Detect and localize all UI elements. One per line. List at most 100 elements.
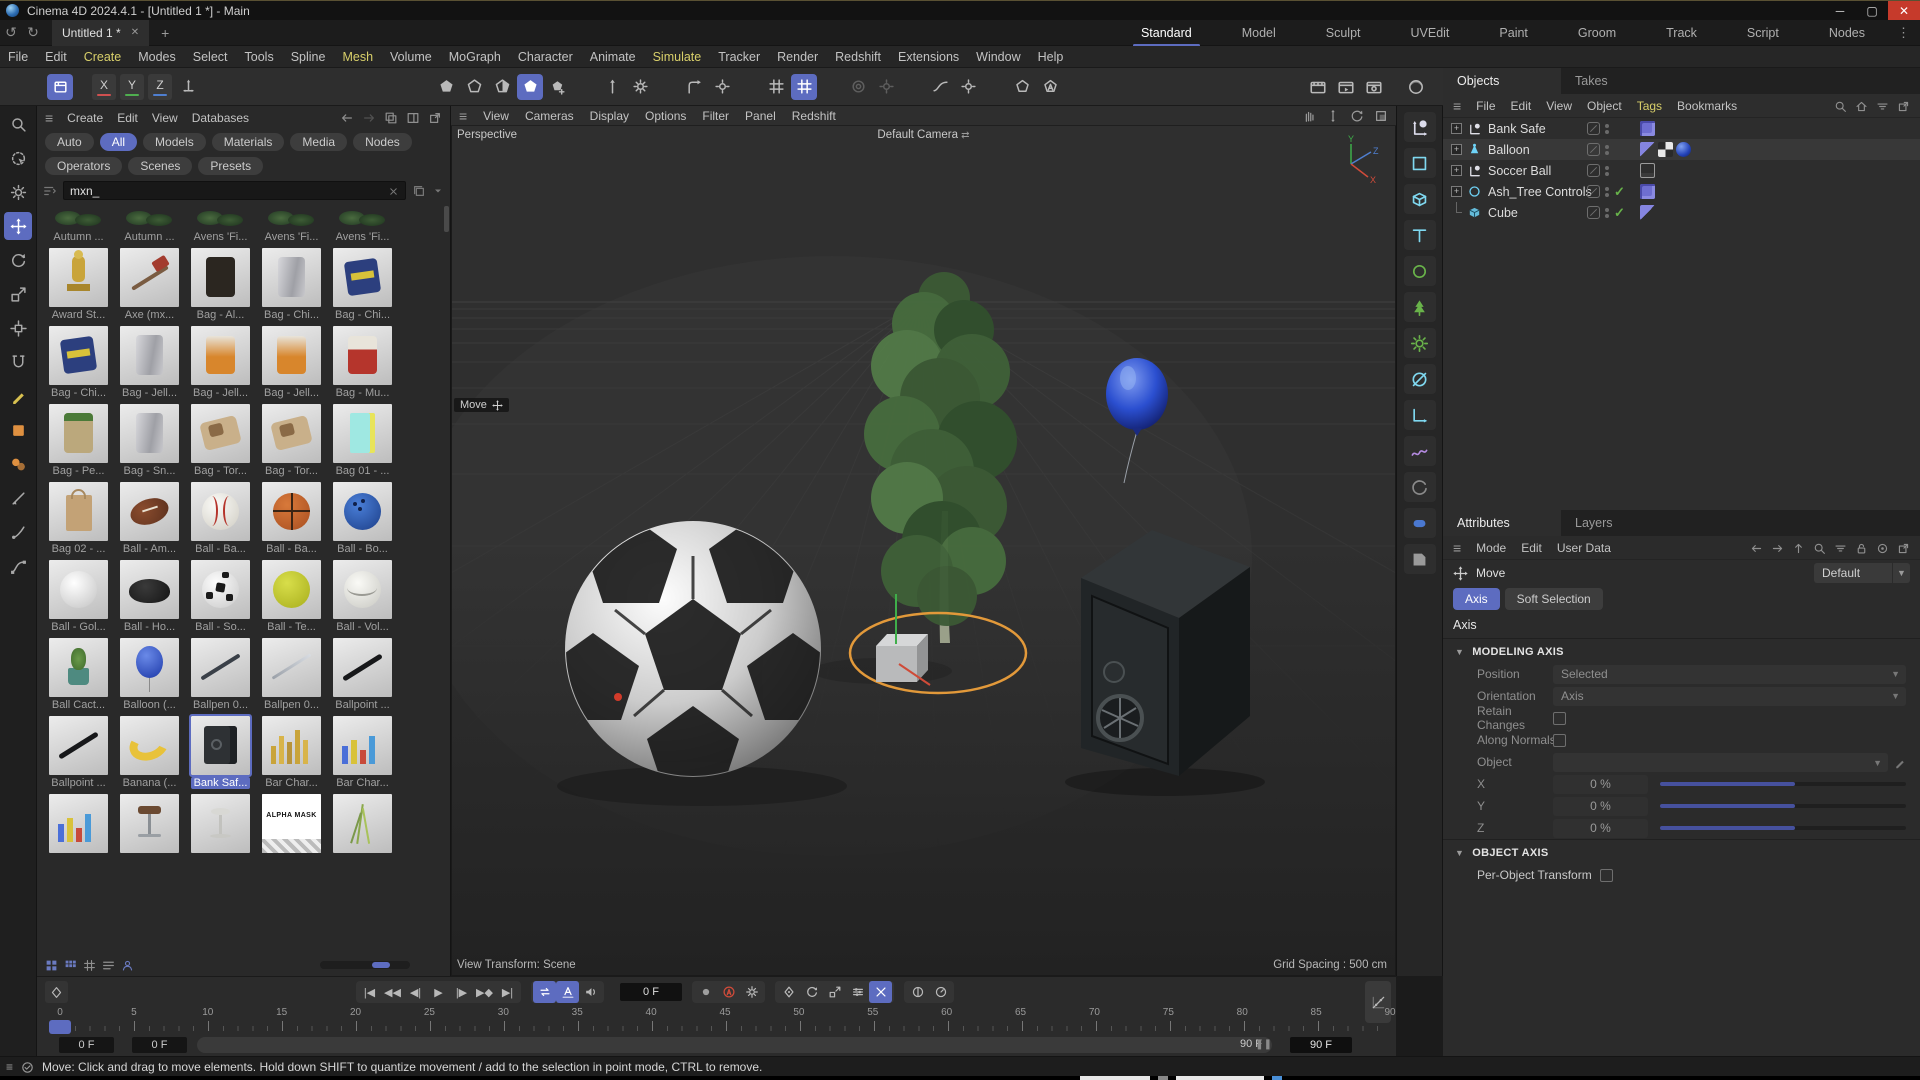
- autokey-button[interactable]: [717, 981, 740, 1003]
- pan-button[interactable]: [1302, 108, 1316, 123]
- preset-dropdown[interactable]: Default ▼: [1814, 563, 1910, 583]
- viewport-menu-filter[interactable]: Filter: [702, 109, 729, 123]
- record-obj-button[interactable]: [906, 981, 929, 1003]
- layout-tab-model[interactable]: Model: [1240, 22, 1278, 44]
- object-row-cube[interactable]: Cube✓: [1443, 202, 1920, 223]
- tab-close-icon[interactable]: ✕: [131, 27, 139, 38]
- filter-button[interactable]: [1876, 98, 1889, 112]
- loop-toggle[interactable]: [533, 981, 556, 1003]
- menu-redshift[interactable]: Redshift: [835, 50, 881, 64]
- tool-live-selection[interactable]: [4, 144, 32, 172]
- minimize-button[interactable]: ─: [1824, 1, 1856, 21]
- tag-xpresso[interactable]: [1640, 121, 1655, 136]
- viewport-menu-options[interactable]: Options: [645, 109, 686, 123]
- object-menu-view[interactable]: View: [1546, 99, 1572, 113]
- lock-z-axis-button[interactable]: Z: [148, 74, 172, 100]
- external-button[interactable]: [1897, 540, 1910, 554]
- tag-compositing[interactable]: [1658, 142, 1673, 157]
- tweak-gear-button[interactable]: [627, 74, 653, 100]
- tag-material[interactable]: [1676, 142, 1691, 157]
- key-marker-button[interactable]: [45, 981, 68, 1003]
- back-button[interactable]: [1750, 540, 1763, 554]
- edit-toggle[interactable]: [1587, 122, 1600, 135]
- checkbox-along-normals[interactable]: [1553, 734, 1566, 747]
- palette-sphere-hide[interactable]: [1404, 364, 1436, 394]
- lock-button[interactable]: [1855, 540, 1868, 554]
- slider-y[interactable]: [1660, 804, 1906, 808]
- object-menu-edit[interactable]: Edit: [1511, 99, 1532, 113]
- next-key-button[interactable]: ▶◆: [473, 981, 496, 1003]
- menu-tools[interactable]: Tools: [245, 50, 274, 64]
- palette-capsule-tool[interactable]: [1404, 508, 1436, 538]
- asset-item-bag-jell-[interactable]: Bag - Jell...: [114, 326, 185, 399]
- tool-spheres[interactable]: [4, 450, 32, 478]
- asset-item-avens-fi-[interactable]: Avens 'Fi...: [256, 207, 327, 243]
- grid-view-button[interactable]: [83, 958, 96, 972]
- dolly-button[interactable]: [1326, 108, 1340, 123]
- object-row-balloon[interactable]: +Balloon: [1443, 139, 1920, 160]
- asset-item-bag-al-[interactable]: Bag - Al...: [185, 248, 256, 321]
- object-menu-file[interactable]: File: [1476, 99, 1495, 113]
- asset-tab-nodes[interactable]: Nodes: [353, 133, 412, 151]
- viewport-canvas[interactable]: Perspective Default Camera ⇄ Move Y Z X …: [451, 126, 1396, 976]
- search-button[interactable]: [1813, 540, 1826, 554]
- prev-key-button[interactable]: ◀◀: [381, 981, 404, 1003]
- asset-item-bank-saf-[interactable]: Bank Saf...: [185, 716, 256, 789]
- palette-gear-tool[interactable]: [1404, 328, 1436, 358]
- range-end-field[interactable]: 90 F: [1290, 1037, 1352, 1053]
- asset-tab-models[interactable]: Models: [143, 133, 206, 151]
- palette-corner-move[interactable]: [1404, 400, 1436, 430]
- palette-tree-tool[interactable]: [1404, 292, 1436, 322]
- asset-item-axe-mx-[interactable]: Axe (mx...: [114, 248, 185, 321]
- visibility-dots[interactable]: [1605, 187, 1609, 197]
- viewport-menu-display[interactable]: Display: [590, 109, 629, 123]
- expand-toggle[interactable]: +: [1451, 123, 1462, 134]
- asset-tab-all[interactable]: All: [100, 133, 137, 151]
- timeline-ruler[interactable]: 051015202530354045505560657075808590: [37, 1007, 1396, 1035]
- attr-menu-user-data[interactable]: User Data: [1557, 541, 1611, 555]
- visibility-dots[interactable]: [1605, 145, 1609, 155]
- thumb-grid-button[interactable]: [45, 958, 58, 972]
- palette-text-tool[interactable]: [1404, 220, 1436, 250]
- layout-tab-sculpt[interactable]: Sculpt: [1324, 22, 1363, 44]
- tool-brush[interactable]: [4, 518, 32, 546]
- asset-item[interactable]: [327, 794, 398, 853]
- asset-item-avens-fi-[interactable]: Avens 'Fi...: [185, 207, 256, 243]
- menu-down-icon[interactable]: [432, 184, 444, 198]
- menu-simulate[interactable]: Simulate: [653, 50, 702, 64]
- enabled-check-icon[interactable]: ✓: [1614, 205, 1625, 221]
- tool-move[interactable]: [4, 212, 32, 240]
- asset-item-ballpoint-[interactable]: Ballpoint ...: [43, 716, 114, 789]
- menu-extensions[interactable]: Extensions: [898, 50, 959, 64]
- prev-frame-button[interactable]: ◀|: [404, 981, 427, 1003]
- menu-window[interactable]: Window: [976, 50, 1020, 64]
- object-link-field[interactable]: ▼: [1553, 753, 1888, 772]
- search-input[interactable]: [70, 184, 388, 198]
- mode-soft-selection[interactable]: Soft Selection: [1505, 588, 1603, 610]
- tool-fill-square[interactable]: [4, 416, 32, 444]
- dropdown-position[interactable]: Selected▼: [1553, 665, 1906, 684]
- record-settings-button[interactable]: [740, 981, 763, 1003]
- mesh-selected-button[interactable]: [517, 74, 543, 100]
- asset-item-bag-jell-[interactable]: Bag - Jell...: [256, 326, 327, 399]
- asset-item-ball-gol-[interactable]: Ball - Gol...: [43, 560, 114, 633]
- asset-tab-operators[interactable]: Operators: [45, 157, 122, 175]
- asset-item-balloon-[interactable]: Balloon (...: [114, 638, 185, 711]
- orbit-button[interactable]: [1350, 108, 1364, 123]
- key-position-button[interactable]: [777, 981, 800, 1003]
- edit-toggle[interactable]: [1587, 185, 1600, 198]
- value-field-y[interactable]: 0 %: [1553, 797, 1648, 816]
- forward-button[interactable]: [1771, 540, 1784, 554]
- viewport-menu-view[interactable]: View: [483, 109, 509, 123]
- menu-tracker[interactable]: Tracker: [718, 50, 760, 64]
- asset-menu-view[interactable]: View: [152, 111, 178, 125]
- asset-scrollbar[interactable]: [444, 202, 449, 1072]
- next-frame-button[interactable]: |▶: [450, 981, 473, 1003]
- tool-scale[interactable]: [4, 280, 32, 308]
- object-row-bank-safe[interactable]: +Bank Safe: [1443, 118, 1920, 139]
- asset-item-bag-tor-[interactable]: Bag - Tor...: [185, 404, 256, 477]
- layout-tab-nodes[interactable]: Nodes: [1827, 22, 1867, 44]
- document-tab[interactable]: Untitled 1 * ✕: [52, 20, 149, 46]
- menu-mograph[interactable]: MoGraph: [449, 50, 501, 64]
- asset-item-ball-bo-[interactable]: Ball - Bo...: [327, 482, 398, 555]
